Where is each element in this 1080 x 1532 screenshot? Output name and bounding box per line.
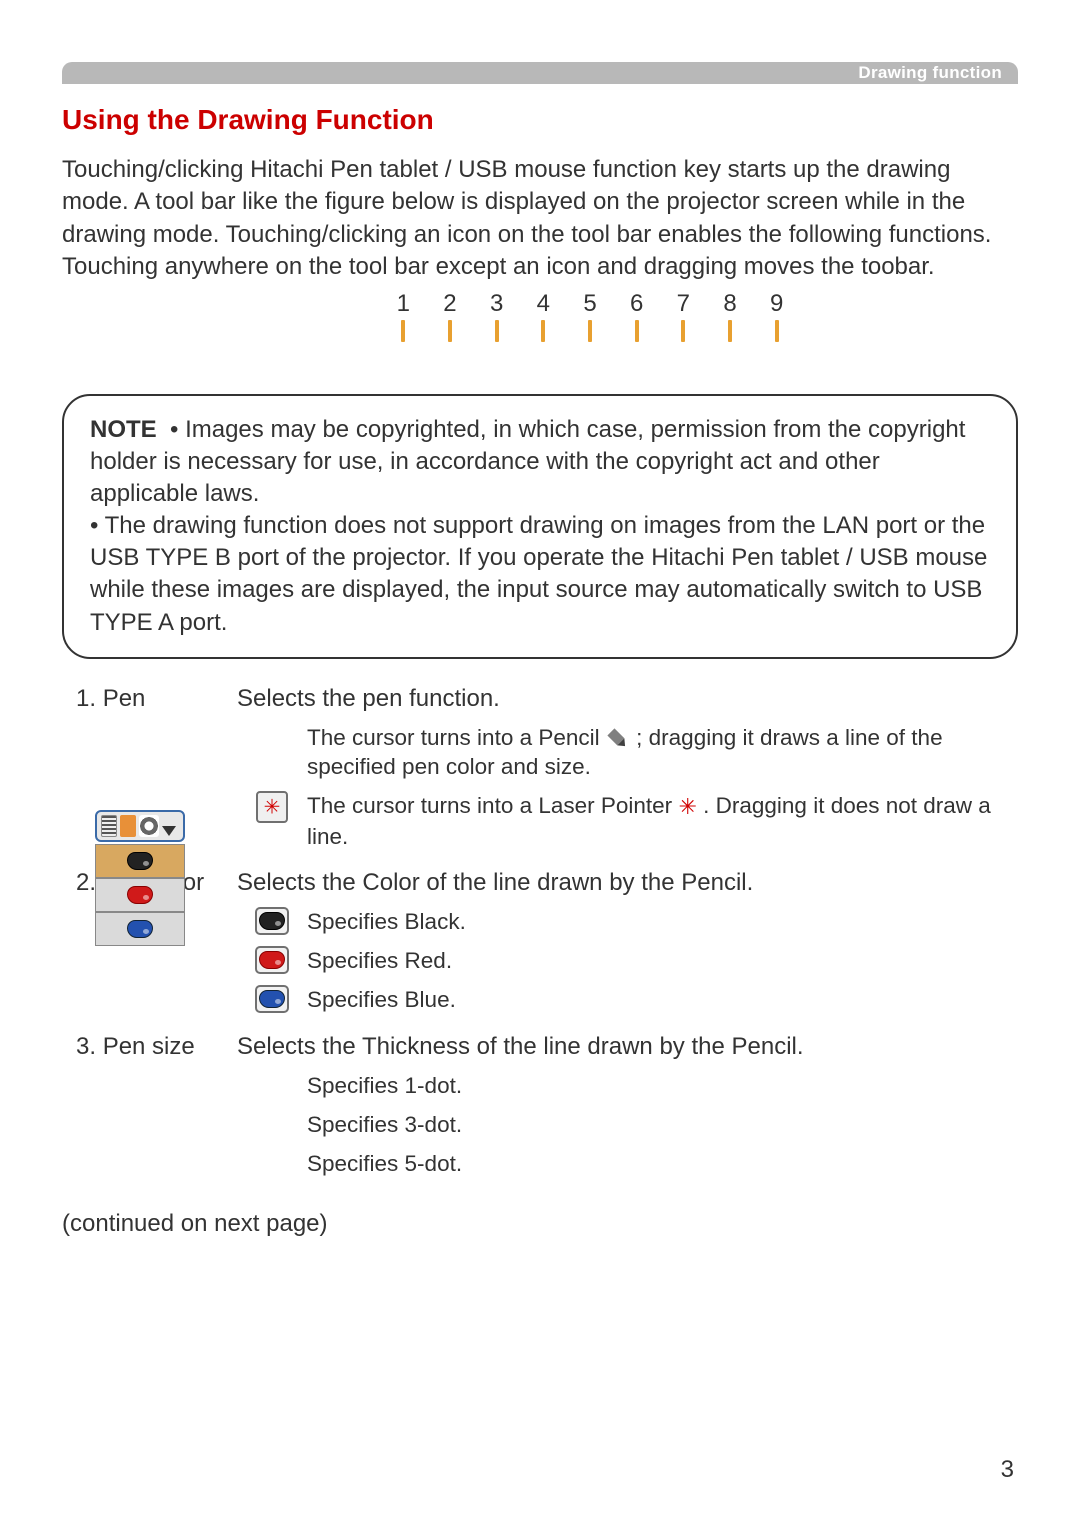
toolbar-tick-icon: [681, 320, 685, 342]
def-number: 1.: [76, 685, 96, 712]
page-content: Using the Drawing Function Touching/clic…: [62, 104, 1018, 1238]
toolbar-num: 6: [617, 290, 657, 318]
note-label: NOTE: [90, 416, 157, 443]
toolbar-tick-icon: [775, 320, 779, 342]
palette-item-blue: [95, 912, 185, 946]
palette-item-red: [95, 878, 185, 912]
toolbar-number-row: 1 2 3 4 5 6 7 8 9: [162, 290, 1018, 318]
toolbar-num: 3: [477, 290, 517, 318]
palette-item-black: [95, 844, 185, 878]
toolbar-num: 4: [523, 290, 563, 318]
color-sub-text: Specifies Red.: [307, 946, 1018, 975]
note-bullet: The drawing function does not support dr…: [90, 512, 987, 635]
toolbar-num: 7: [663, 290, 703, 318]
def-name: Pen size: [103, 1033, 195, 1060]
toolbar-tick-icon: [495, 320, 499, 342]
def-name: Pen: [103, 685, 146, 712]
definition-row: 1. Pen Selects the pen function. The cur…: [62, 685, 1018, 861]
toolbar-tick-icon: [401, 320, 405, 342]
palette-blue-icon: [255, 985, 289, 1013]
size-sub-text: Specifies 1-dot.: [307, 1071, 1018, 1100]
laser-inline-icon: ✳: [678, 794, 696, 819]
laser-sub-text: The cursor turns into a Laser Pointer ✳ …: [307, 791, 1018, 851]
definition-desc: Selects the pen function.: [237, 685, 1018, 713]
header-bar: Drawing function: [62, 62, 1018, 84]
note-box: NOTE • Images may be copyrighted, in whi…: [62, 394, 1018, 659]
color-palette-graphic: [95, 810, 185, 946]
toolbar-tick-icon: [541, 320, 545, 342]
toolbar-tick-icon: [728, 320, 732, 342]
header-label: Drawing function: [858, 63, 1002, 83]
palette-red-icon: [255, 946, 289, 974]
toolbar-tick-row: [162, 320, 1018, 346]
definition-term: 1. Pen: [62, 685, 237, 713]
page-number: 3: [1001, 1456, 1014, 1484]
palette-toolbar-icon: [95, 810, 185, 842]
toolbar-num: 1: [383, 290, 423, 318]
laser-pointer-icon: ✳: [256, 791, 288, 823]
note-bullet: Images may be copyrighted, in which case…: [90, 416, 965, 507]
toolbar-tick-icon: [635, 320, 639, 342]
toolbar-num: 2: [430, 290, 470, 318]
pencil-inline-icon: [604, 725, 632, 753]
toolbar-tick-icon: [448, 320, 452, 342]
toolbar-tick-icon: [588, 320, 592, 342]
palette-lines-icon: [101, 815, 117, 837]
color-sub-text: Specifies Blue.: [307, 985, 1018, 1014]
toolbar-num: 8: [710, 290, 750, 318]
palette-pen-icon: [120, 815, 136, 837]
definition-term: 3. Pen size: [62, 1033, 237, 1061]
def-number: 3.: [76, 1033, 96, 1060]
definition-row: 2. Pen color Selects the Color of the li…: [62, 869, 1018, 1025]
palette-black-icon: [255, 907, 289, 935]
size-sub-text: Specifies 5-dot.: [307, 1149, 1018, 1178]
continued-text: (continued on next page): [62, 1210, 1018, 1238]
intro-paragraph: Touching/clicking Hitachi Pen tablet / U…: [62, 154, 1018, 284]
toolbar-num: 9: [757, 290, 797, 318]
definitions-list: 1. Pen Selects the pen function. The cur…: [62, 685, 1018, 1189]
pen-sub-text: The cursor turns into a Pencil ; draggin…: [307, 723, 1018, 782]
definition-desc: Selects the Thickness of the line drawn …: [237, 1033, 1018, 1061]
section-title: Using the Drawing Function: [62, 104, 1018, 136]
toolbar-num: 5: [570, 290, 610, 318]
definition-desc: Selects the Color of the line drawn by t…: [237, 869, 1018, 897]
palette-palette-icon: [139, 815, 159, 837]
color-sub-text: Specifies Black.: [307, 907, 1018, 936]
palette-dropdown-icon: [162, 826, 176, 836]
definition-row: 3. Pen size Selects the Thickness of the…: [62, 1033, 1018, 1189]
size-sub-text: Specifies 3-dot.: [307, 1110, 1018, 1139]
def-number: 2.: [76, 869, 96, 896]
